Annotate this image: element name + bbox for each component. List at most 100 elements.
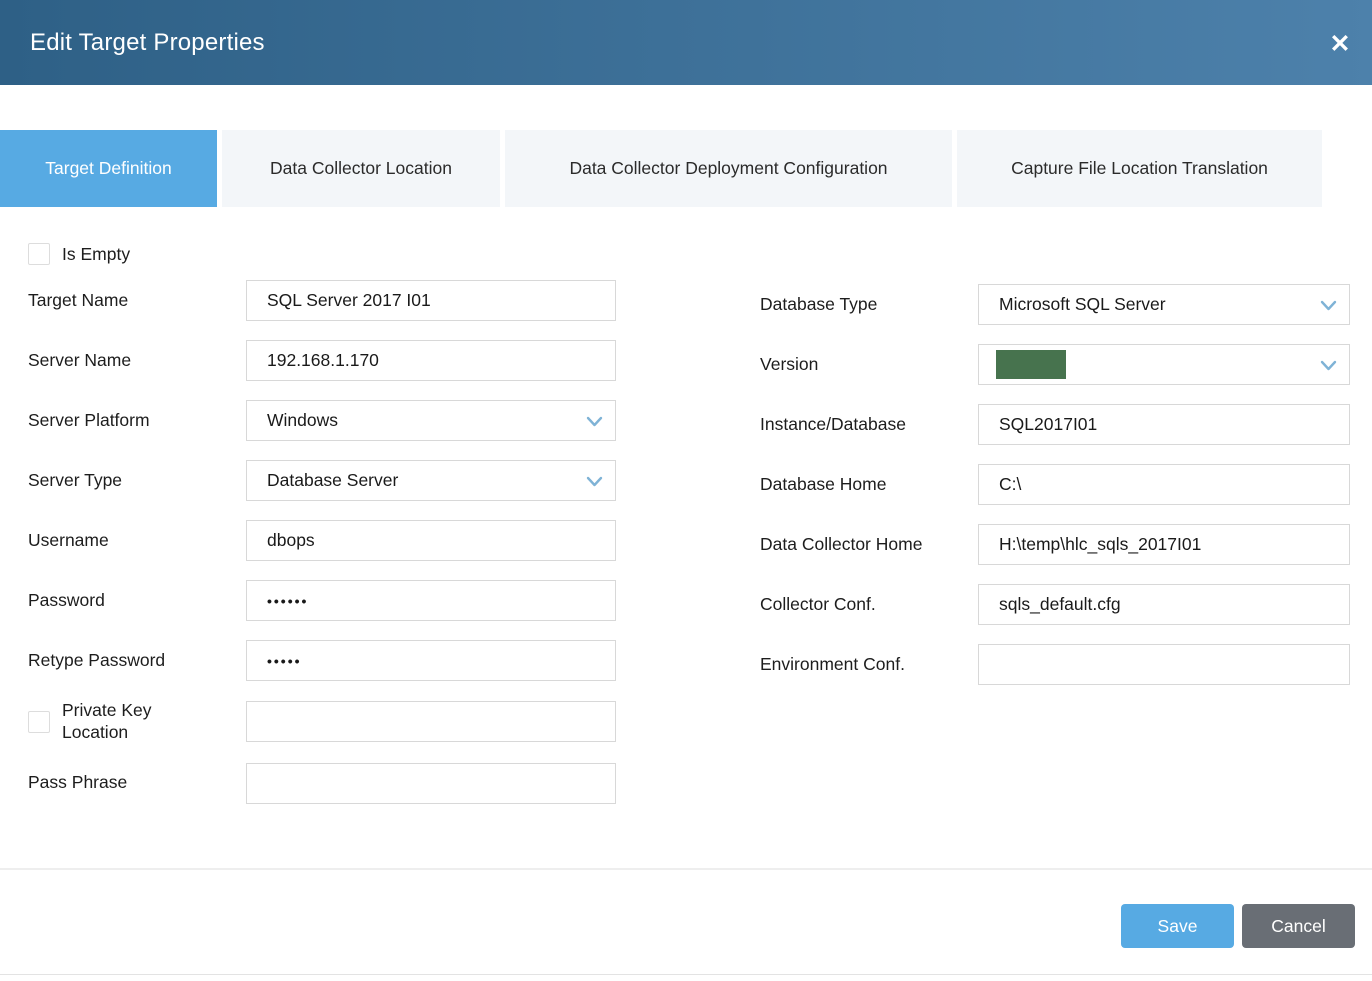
tab-capture-file-location-translation[interactable]: Capture File Location Translation bbox=[957, 130, 1322, 207]
field-row-database-home: Database Home bbox=[760, 464, 1360, 505]
retype-password-input[interactable] bbox=[247, 641, 615, 680]
footer-buttons: Save Cancel bbox=[1121, 904, 1355, 948]
field-label-database-type: Database Type bbox=[760, 294, 978, 316]
tab-bar: Target DefinitionData Collector Location… bbox=[0, 130, 1322, 207]
field-row-server-type: Server Type bbox=[28, 460, 628, 501]
database-type-input[interactable] bbox=[979, 285, 1349, 324]
field-row-version: Version bbox=[760, 344, 1360, 385]
field-label-username: Username bbox=[28, 530, 246, 552]
data-collector-home-input[interactable] bbox=[979, 525, 1349, 564]
dialog-header: Edit Target Properties ✕ bbox=[0, 0, 1372, 85]
field-label-text: Password bbox=[28, 590, 105, 612]
field-label-text: Private Key Location bbox=[62, 700, 178, 744]
field-row-server-name: Server Name bbox=[28, 340, 628, 381]
close-icon[interactable]: ✕ bbox=[1322, 26, 1358, 62]
field-label-text: Retype Password bbox=[28, 650, 165, 672]
is-empty-label: Is Empty bbox=[62, 244, 130, 265]
dialog-footer: Save Cancel bbox=[0, 868, 1372, 975]
edit-target-properties-dialog: Edit Target Properties ✕ Target Definiti… bbox=[0, 0, 1372, 981]
environment-conf-field bbox=[978, 644, 1350, 685]
form-column-right: Database Type Version Instance/Database Dat… bbox=[760, 243, 1360, 704]
database-home-input[interactable] bbox=[979, 465, 1349, 504]
server-type-input[interactable] bbox=[247, 461, 615, 500]
field-label-version: Version bbox=[760, 354, 978, 376]
field-row-retype-password: Retype Password bbox=[28, 640, 628, 681]
chevron-down-icon[interactable] bbox=[586, 473, 603, 490]
cancel-button[interactable]: Cancel bbox=[1242, 904, 1355, 948]
field-label-text: Instance/Database bbox=[760, 414, 906, 436]
field-label-text: Database Home bbox=[760, 474, 886, 496]
form-column-left: Is Empty Target Name Server Name Server Pl… bbox=[28, 243, 628, 823]
field-row-password: Password bbox=[28, 580, 628, 621]
database-type-select bbox=[978, 284, 1350, 325]
save-button[interactable]: Save bbox=[1121, 904, 1234, 948]
dialog-title: Edit Target Properties bbox=[30, 29, 265, 57]
version-redaction bbox=[996, 350, 1066, 379]
username-input[interactable] bbox=[247, 521, 615, 560]
field-label-target-name: Target Name bbox=[28, 290, 246, 312]
private-key-location-checkbox[interactable] bbox=[28, 711, 50, 733]
field-label-text: Server Name bbox=[28, 350, 131, 372]
environment-conf-input[interactable] bbox=[979, 645, 1349, 684]
field-label-collector-conf: Collector Conf. bbox=[760, 594, 978, 616]
field-label-text: Version bbox=[760, 354, 818, 376]
server-type-select bbox=[246, 460, 616, 501]
field-label-data-collector-home: Data Collector Home bbox=[760, 534, 978, 556]
field-label-server-type: Server Type bbox=[28, 470, 246, 492]
pass-phrase-input[interactable] bbox=[247, 764, 615, 803]
chevron-down-icon[interactable] bbox=[586, 413, 603, 430]
field-label-environment-conf: Environment Conf. bbox=[760, 654, 978, 676]
field-row-data-collector-home: Data Collector Home bbox=[760, 524, 1360, 565]
server-name-input[interactable] bbox=[247, 341, 615, 380]
field-label-password: Password bbox=[28, 590, 246, 612]
is-empty-checkbox[interactable] bbox=[28, 243, 50, 265]
field-label-server-name: Server Name bbox=[28, 350, 246, 372]
tab-data-collector-location[interactable]: Data Collector Location bbox=[222, 130, 500, 207]
field-label-text: Environment Conf. bbox=[760, 654, 905, 676]
target-name-input[interactable] bbox=[247, 281, 615, 320]
field-label-text: Data Collector Home bbox=[760, 534, 922, 556]
field-row-collector-conf: Collector Conf. bbox=[760, 584, 1360, 625]
field-label-pass-phrase: Pass Phrase bbox=[28, 772, 246, 794]
private-key-location-input[interactable] bbox=[247, 702, 615, 741]
database-home-field bbox=[978, 464, 1350, 505]
field-label-text: Pass Phrase bbox=[28, 772, 127, 794]
instance-database-field bbox=[978, 404, 1350, 445]
username-field bbox=[246, 520, 616, 561]
field-row-database-type: Database Type bbox=[760, 284, 1360, 325]
field-label-text: Server Type bbox=[28, 470, 122, 492]
field-label-text: Collector Conf. bbox=[760, 594, 876, 616]
field-label-retype-password: Retype Password bbox=[28, 650, 246, 672]
dialog-content: Is Empty Target Name Server Name Server Pl… bbox=[0, 207, 1372, 868]
chevron-down-icon[interactable] bbox=[1320, 357, 1337, 374]
field-label-text: Target Name bbox=[28, 290, 128, 312]
server-platform-select bbox=[246, 400, 616, 441]
private-key-location-field bbox=[246, 701, 616, 742]
chevron-down-icon[interactable] bbox=[1320, 297, 1337, 314]
field-label-database-home: Database Home bbox=[760, 474, 978, 496]
field-row-environment-conf: Environment Conf. bbox=[760, 644, 1360, 685]
retype-password-field bbox=[246, 640, 616, 681]
is-empty-row: Is Empty bbox=[28, 243, 628, 265]
server-name-field bbox=[246, 340, 616, 381]
target-name-field bbox=[246, 280, 616, 321]
password-input[interactable] bbox=[247, 581, 615, 620]
field-label-server-platform: Server Platform bbox=[28, 410, 246, 432]
field-row-server-platform: Server Platform bbox=[28, 400, 628, 441]
field-label-text: Username bbox=[28, 530, 109, 552]
field-label-text: Database Type bbox=[760, 294, 877, 316]
instance-database-input[interactable] bbox=[979, 405, 1349, 444]
version-select bbox=[978, 344, 1350, 385]
field-row-username: Username bbox=[28, 520, 628, 561]
field-label-private-key-location: Private Key Location bbox=[28, 700, 246, 744]
field-row-private-key-location: Private Key Location bbox=[28, 700, 628, 744]
collector-conf-input[interactable] bbox=[979, 585, 1349, 624]
tab-target-definition[interactable]: Target Definition bbox=[0, 130, 217, 207]
field-row-target-name: Target Name bbox=[28, 280, 628, 321]
tab-data-collector-deployment-configuration[interactable]: Data Collector Deployment Configuration bbox=[505, 130, 952, 207]
server-platform-input[interactable] bbox=[247, 401, 615, 440]
field-row-pass-phrase: Pass Phrase bbox=[28, 763, 628, 804]
field-label-instance-database: Instance/Database bbox=[760, 414, 978, 436]
field-label-text: Server Platform bbox=[28, 410, 150, 432]
password-field bbox=[246, 580, 616, 621]
